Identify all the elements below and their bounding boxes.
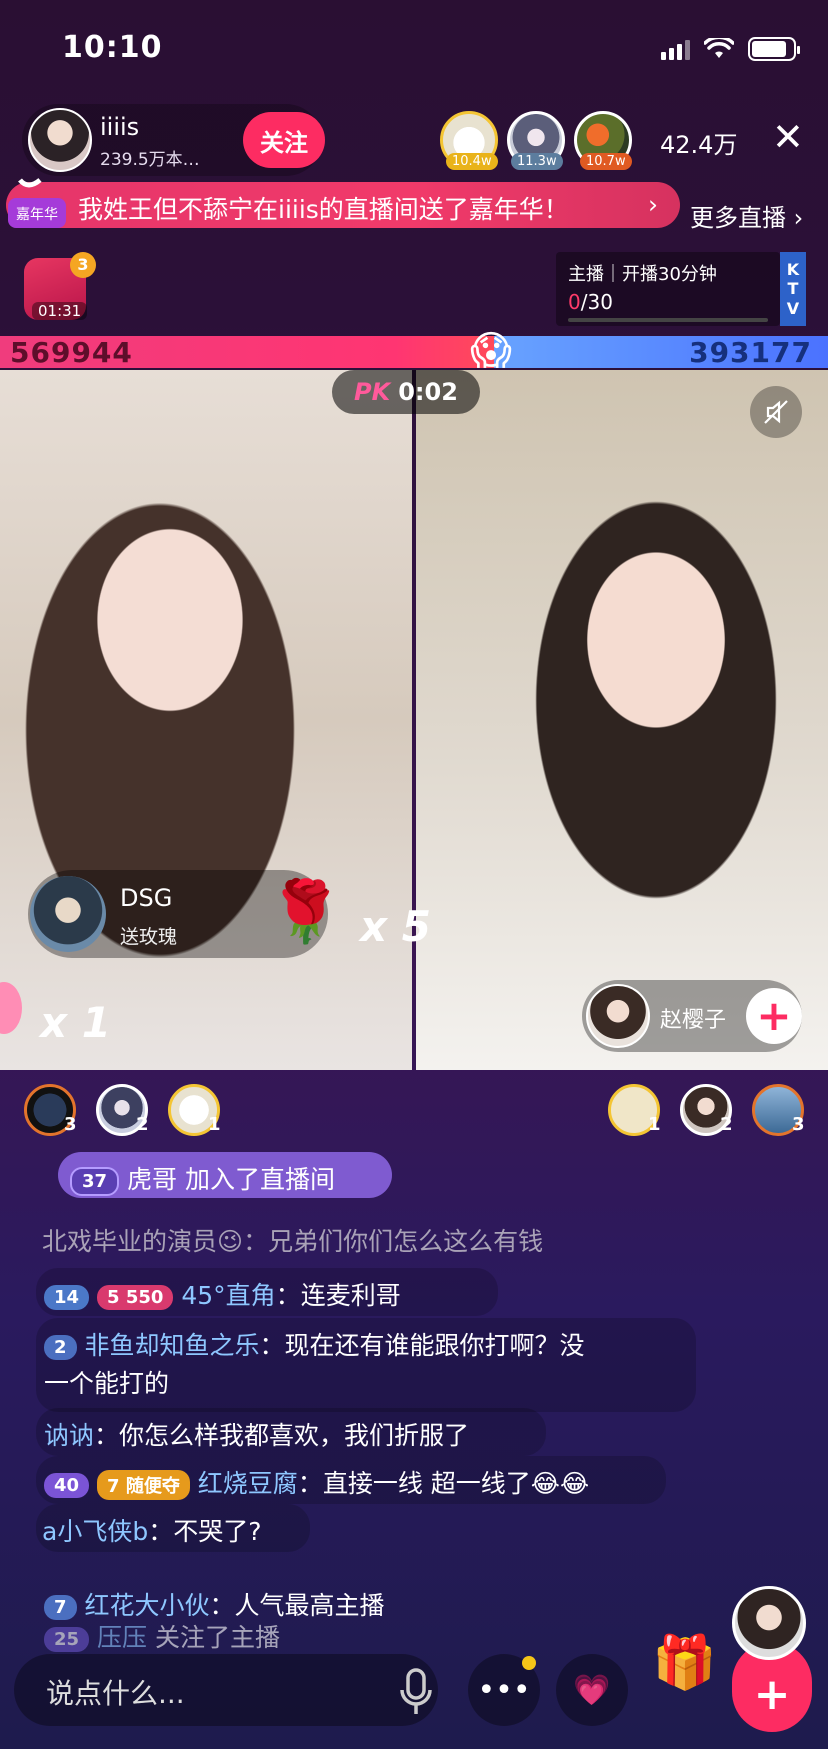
follow-button[interactable]: 关注 xyxy=(243,112,325,168)
gift-icon: 🎁 xyxy=(652,1633,717,1693)
chat-message[interactable]: 25 压压 关注了主播 xyxy=(44,1618,280,1654)
chat-message[interactable]: 讷讷：你怎么样我都喜欢，我们折服了 xyxy=(44,1416,469,1452)
level-badge: 7 xyxy=(44,1594,77,1620)
rank-number: 1 xyxy=(648,1114,661,1135)
level-badge: 37 xyxy=(70,1166,120,1196)
speaker-muted-icon xyxy=(764,400,788,424)
rank-number: 1 xyxy=(208,1114,221,1135)
wifi-icon xyxy=(704,38,734,58)
more-dots-icon: ••• xyxy=(477,1672,531,1708)
notification-dot xyxy=(522,1656,536,1670)
viewer-contribution-badge: 11.3w xyxy=(511,153,563,170)
my-avatar[interactable] xyxy=(732,1586,806,1660)
level-badge: 25 xyxy=(44,1626,90,1652)
pk-emoji-icon: 😱 xyxy=(470,328,512,374)
treasure-box-count: 3 xyxy=(70,252,96,278)
close-icon[interactable]: ✕ xyxy=(772,118,804,156)
pk-left-score: 569944 xyxy=(10,336,133,369)
rank-number: 3 xyxy=(792,1114,805,1135)
status-icons xyxy=(661,36,800,62)
guest-follow-button[interactable]: + xyxy=(746,988,802,1044)
pk-right-score: 393177 xyxy=(689,336,812,369)
level-badge: 2 xyxy=(44,1334,77,1360)
guest-avatar[interactable] xyxy=(586,984,650,1048)
battery-icon xyxy=(748,37,800,61)
rank-number: 2 xyxy=(136,1114,149,1135)
guest-name: 赵樱子 xyxy=(660,1008,727,1033)
guest-video[interactable] xyxy=(416,370,828,1070)
heart-icon: 💗 xyxy=(573,1672,611,1708)
chat-message[interactable]: 北戏毕业的演员😉：兄弟们你们怎么这么有钱 xyxy=(42,1222,543,1258)
plus-icon: + xyxy=(753,1669,791,1720)
gift-sender-name: DSG xyxy=(120,884,173,912)
chevron-right-icon: › xyxy=(648,190,658,219)
rose-icon: 🌹 xyxy=(268,877,343,947)
svg-text:嘉年华: 嘉年华 xyxy=(16,207,58,223)
microphone-icon[interactable] xyxy=(394,1664,438,1720)
chat-message[interactable]: 7 红花大小伙：人气最高主播 xyxy=(44,1586,385,1622)
treasure-box-timer: 01:31 xyxy=(32,302,88,320)
fan-club-button[interactable]: 💗 xyxy=(556,1654,628,1726)
carnival-badge-icon: 嘉年华 xyxy=(8,178,66,228)
host-video[interactable] xyxy=(0,370,412,1070)
task-progress: 0/30 xyxy=(568,290,613,314)
chat-message-continued: 一个能打的 xyxy=(44,1369,170,1398)
gift-count: x 5 xyxy=(360,902,431,951)
viewer-contribution-badge: 10.4w xyxy=(446,153,498,170)
combo-count: x 1 xyxy=(40,998,111,1047)
level-badge: 40 xyxy=(44,1472,90,1498)
more-live-link[interactable]: 更多直播 › xyxy=(690,198,803,233)
host-avatar[interactable] xyxy=(28,108,92,172)
host-name: iiiis xyxy=(100,113,140,141)
join-text: 37 虎哥 加入了直播间 xyxy=(70,1160,335,1196)
fan-badge: 7 随便夺 xyxy=(97,1470,190,1500)
level-badge: 14 xyxy=(44,1284,90,1310)
task-label: 主播｜开播30分钟 xyxy=(568,264,717,285)
gift-action: 送玫瑰 xyxy=(120,926,178,948)
banner-text: 我姓王但不舔宁在iiiis的直播间送了嘉年华！ xyxy=(78,195,569,224)
pk-logo: PK xyxy=(354,378,391,406)
signal-icon xyxy=(661,38,690,60)
rank-number: 3 xyxy=(64,1114,77,1135)
viewer-count[interactable]: 42.4万 xyxy=(660,125,737,160)
host-fans: 239.5万本… xyxy=(100,150,200,170)
ktv-button[interactable]: KTV xyxy=(780,252,806,326)
mute-button[interactable] xyxy=(750,386,802,438)
fan-badge: 5 550 xyxy=(97,1284,174,1310)
comment-placeholder: 说点什么... xyxy=(46,1677,185,1710)
viewer-contribution-badge: 10.7w xyxy=(580,153,632,170)
status-time: 10:10 xyxy=(62,30,163,65)
task-progress-bar xyxy=(568,318,768,322)
gift-sender-avatar[interactable] xyxy=(30,876,106,952)
chat-message[interactable]: 40 7 随便夺 红烧豆腐：直接一线 超一线了😂😂 xyxy=(44,1464,589,1500)
chat-message[interactable]: a小飞侠b：不哭了? xyxy=(42,1512,262,1548)
pk-timer: PK 0:02 xyxy=(332,370,480,414)
pk-time: 0:02 xyxy=(398,378,458,406)
chat-message[interactable]: 2 非鱼却知鱼之乐：现在还有谁能跟你打啊？没 xyxy=(44,1326,585,1362)
gift-button[interactable]: 🎁 xyxy=(652,1632,717,1693)
rank-number: 2 xyxy=(720,1114,733,1135)
chat-message[interactable]: 14 5 550 45°直角：连麦利哥 xyxy=(44,1276,401,1312)
